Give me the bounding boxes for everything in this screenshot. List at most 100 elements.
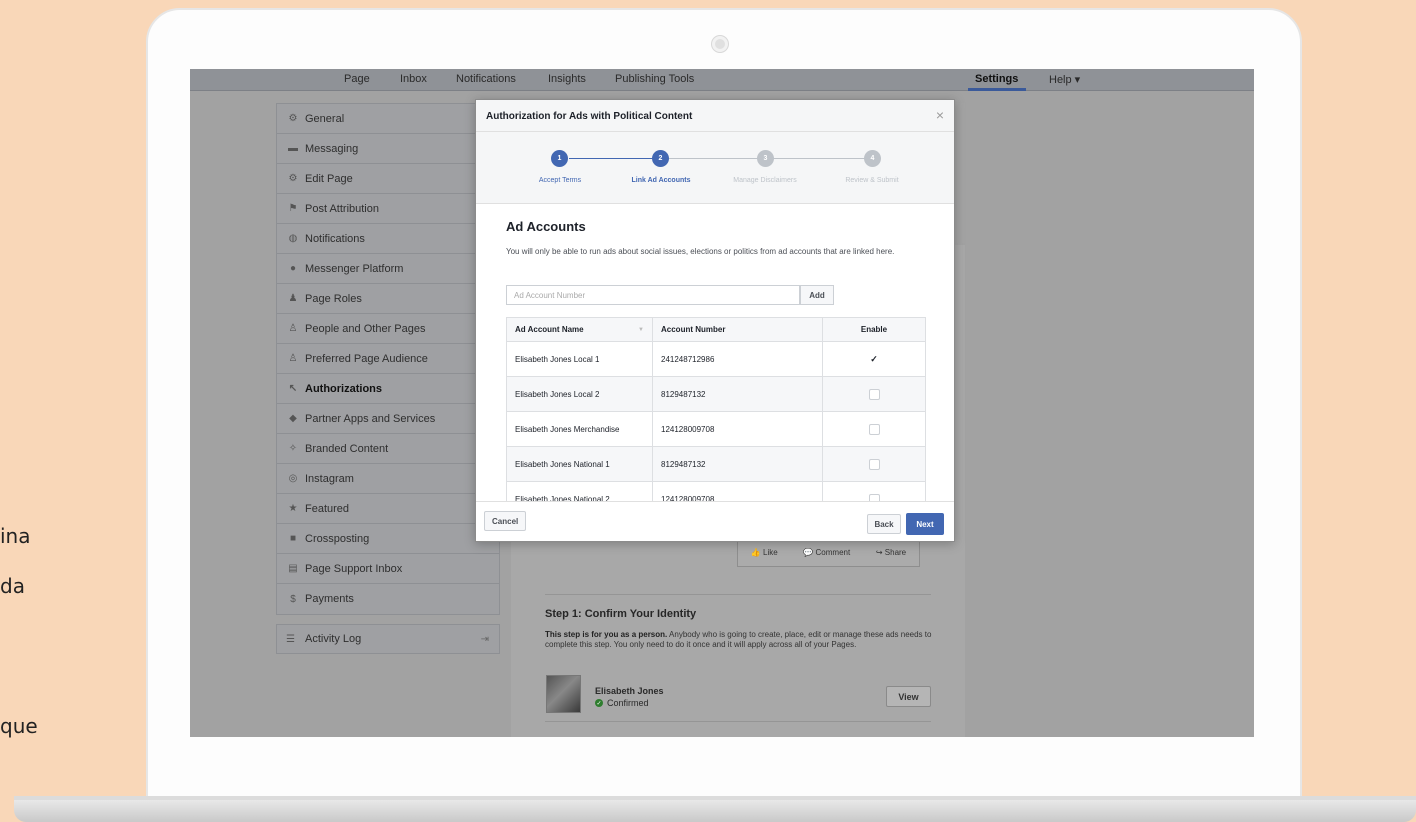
sidebar-item-messenger-platform[interactable]: ● Messenger Platform bbox=[277, 254, 499, 284]
sidebar-item-featured[interactable]: ★ Featured bbox=[277, 494, 499, 524]
gear-icon: ⚙ bbox=[288, 173, 298, 184]
sidebar-item-payments[interactable]: $ Payments bbox=[277, 584, 499, 614]
side-text-line: que bbox=[0, 714, 38, 738]
people-icon: ♙ bbox=[288, 353, 298, 364]
inbox-icon: ▤ bbox=[288, 563, 298, 574]
step-2-dot: 2 bbox=[652, 150, 669, 167]
table-row: Elisabeth Jones National 2 124128009708 bbox=[506, 481, 926, 502]
sidebar-item-page-roles[interactable]: ♟ Page Roles bbox=[277, 284, 499, 314]
column-header-enable: Enable bbox=[822, 317, 926, 342]
sidebar-item-crossposting[interactable]: ■ Crossposting bbox=[277, 524, 499, 554]
close-icon[interactable]: × bbox=[936, 107, 944, 123]
list-icon: ☰ bbox=[286, 633, 295, 645]
laptop-base bbox=[14, 796, 1416, 822]
side-text-line: ina bbox=[0, 524, 31, 548]
share-button[interactable]: ↪ Share bbox=[876, 548, 906, 557]
sidebar-item-branded-content[interactable]: ✧ Branded Content bbox=[277, 434, 499, 464]
step-connector bbox=[765, 158, 873, 159]
nav-inbox[interactable]: Inbox bbox=[400, 73, 427, 85]
nav-publishing-tools[interactable]: Publishing Tools bbox=[615, 73, 694, 85]
person-status: ✓ Confirmed bbox=[595, 698, 649, 708]
account-name: Elisabeth Jones National 1 bbox=[506, 446, 653, 482]
video-icon: ■ bbox=[289, 533, 297, 544]
sidebar-item-page-support-inbox[interactable]: ▤ Page Support Inbox bbox=[277, 554, 499, 584]
table-row: Elisabeth Jones Merchandise 124128009708 bbox=[506, 411, 926, 447]
sidebar-item-instagram[interactable]: ◎ Instagram bbox=[277, 464, 499, 494]
nav-page[interactable]: Page bbox=[344, 73, 370, 85]
account-number: 124128009708 bbox=[652, 481, 823, 502]
sidebar-item-preferred-page-audience[interactable]: ♙ Preferred Page Audience bbox=[277, 344, 499, 374]
account-number: 241248712986 bbox=[652, 341, 823, 377]
step-2-label: Link Ad Accounts bbox=[631, 177, 691, 184]
pin-icon: ↖ bbox=[288, 383, 298, 394]
export-icon: ⇥ bbox=[480, 633, 489, 645]
step-3-label: Manage Disclaimers bbox=[733, 177, 797, 184]
avatar bbox=[546, 675, 581, 713]
step-3-dot: 3 bbox=[757, 150, 774, 167]
person-name: Elisabeth Jones bbox=[595, 686, 664, 696]
divider bbox=[545, 721, 931, 722]
ad-account-number-input[interactable]: Ad Account Number bbox=[506, 285, 800, 305]
enable-checkbox[interactable] bbox=[868, 458, 880, 470]
nav-insights[interactable]: Insights bbox=[548, 73, 586, 85]
nav-help[interactable]: Help ▾ bbox=[1049, 73, 1080, 86]
step-title: Step 1: Confirm Your Identity bbox=[545, 608, 697, 620]
section-description: You will only be able to run ads about s… bbox=[506, 247, 895, 256]
table-row: Elisabeth Jones National 1 8129487132 bbox=[506, 446, 926, 482]
modal-footer: Cancel Back Next bbox=[476, 501, 954, 541]
settings-menu: ⚙ General ▬ Messaging ⚙ Edit Page ⚑ Post Att… bbox=[276, 103, 500, 615]
dollar-icon: $ bbox=[290, 593, 296, 605]
view-button[interactable]: View bbox=[886, 686, 931, 707]
gear-icon: ⚙ bbox=[288, 113, 298, 124]
modal-title: Authorization for Ads with Political Con… bbox=[486, 111, 693, 122]
sidebar-item-partner-apps[interactable]: ◆ Partner Apps and Services bbox=[277, 404, 499, 434]
table-row: Elisabeth Jones Local 2 8129487132 bbox=[506, 376, 926, 412]
nav-settings[interactable]: Settings bbox=[975, 73, 1018, 85]
account-number: 8129487132 bbox=[652, 446, 823, 482]
table-row: Elisabeth Jones Local 1 241248712986 ✓ bbox=[506, 341, 926, 377]
flag-icon: ⚑ bbox=[288, 203, 298, 214]
nav-active-indicator bbox=[968, 88, 1026, 91]
nav-notifications[interactable]: Notifications bbox=[456, 73, 516, 85]
cancel-button[interactable]: Cancel bbox=[484, 511, 527, 531]
instagram-icon: ◎ bbox=[288, 473, 298, 484]
sidebar-item-authorizations[interactable]: ↖ Authorizations bbox=[277, 374, 499, 404]
step-4-dot: 4 bbox=[864, 150, 881, 167]
laptop-screen: Page Inbox Notifications Insights Publis… bbox=[190, 69, 1254, 737]
column-header-number: Account Number bbox=[652, 317, 823, 342]
next-button[interactable]: Next bbox=[906, 513, 944, 535]
progress-steps: 1 2 3 4 Accept Terms Link Ad Accounts Ma… bbox=[476, 132, 954, 204]
back-button[interactable]: Back bbox=[867, 514, 901, 534]
top-navigation: Page Inbox Notifications Insights Publis… bbox=[190, 69, 1254, 91]
side-text-line: da bbox=[0, 574, 25, 598]
modal-header: Authorization for Ads with Political Con… bbox=[476, 100, 954, 132]
comment-button[interactable]: 💬 Comment bbox=[803, 548, 850, 557]
sidebar-item-general[interactable]: ⚙ General bbox=[277, 104, 499, 134]
star-icon: ★ bbox=[288, 503, 298, 514]
enable-checkbox[interactable] bbox=[868, 423, 880, 435]
people-icon: ♙ bbox=[288, 323, 298, 334]
sort-icon: ▼ bbox=[638, 327, 644, 333]
add-button[interactable]: Add bbox=[800, 285, 834, 305]
section-title: Ad Accounts bbox=[506, 219, 586, 234]
step-description: This step is for you as a person. Anybod… bbox=[545, 630, 932, 649]
check-icon: ✓ bbox=[595, 699, 603, 707]
like-button[interactable]: 👍 Like bbox=[751, 548, 778, 557]
sidebar-item-people-and-other-pages[interactable]: ♙ People and Other Pages bbox=[277, 314, 499, 344]
person-icon: ♟ bbox=[288, 293, 298, 304]
step-4-label: Review & Submit bbox=[845, 177, 899, 184]
activity-log[interactable]: ☰ Activity Log ⇥ bbox=[276, 624, 500, 654]
handshake-icon: ✧ bbox=[288, 443, 298, 454]
sidebar-item-notifications[interactable]: ◍ Notifications bbox=[277, 224, 499, 254]
step-connector bbox=[569, 158, 664, 159]
account-name: Elisabeth Jones Merchandise bbox=[506, 411, 653, 447]
enable-checkbox[interactable]: ✓ bbox=[868, 353, 880, 365]
enable-checkbox[interactable] bbox=[868, 388, 880, 400]
sidebar-item-edit-page[interactable]: ⚙ Edit Page bbox=[277, 164, 499, 194]
sidebar-item-post-attribution[interactable]: ⚑ Post Attribution bbox=[277, 194, 499, 224]
authorization-modal: Authorization for Ads with Political Con… bbox=[475, 99, 955, 542]
sidebar-item-messaging[interactable]: ▬ Messaging bbox=[277, 134, 499, 164]
globe-icon: ◍ bbox=[288, 233, 298, 244]
account-name: Elisabeth Jones National 2 bbox=[506, 481, 653, 502]
column-header-name[interactable]: Ad Account Name ▼ bbox=[506, 317, 653, 342]
